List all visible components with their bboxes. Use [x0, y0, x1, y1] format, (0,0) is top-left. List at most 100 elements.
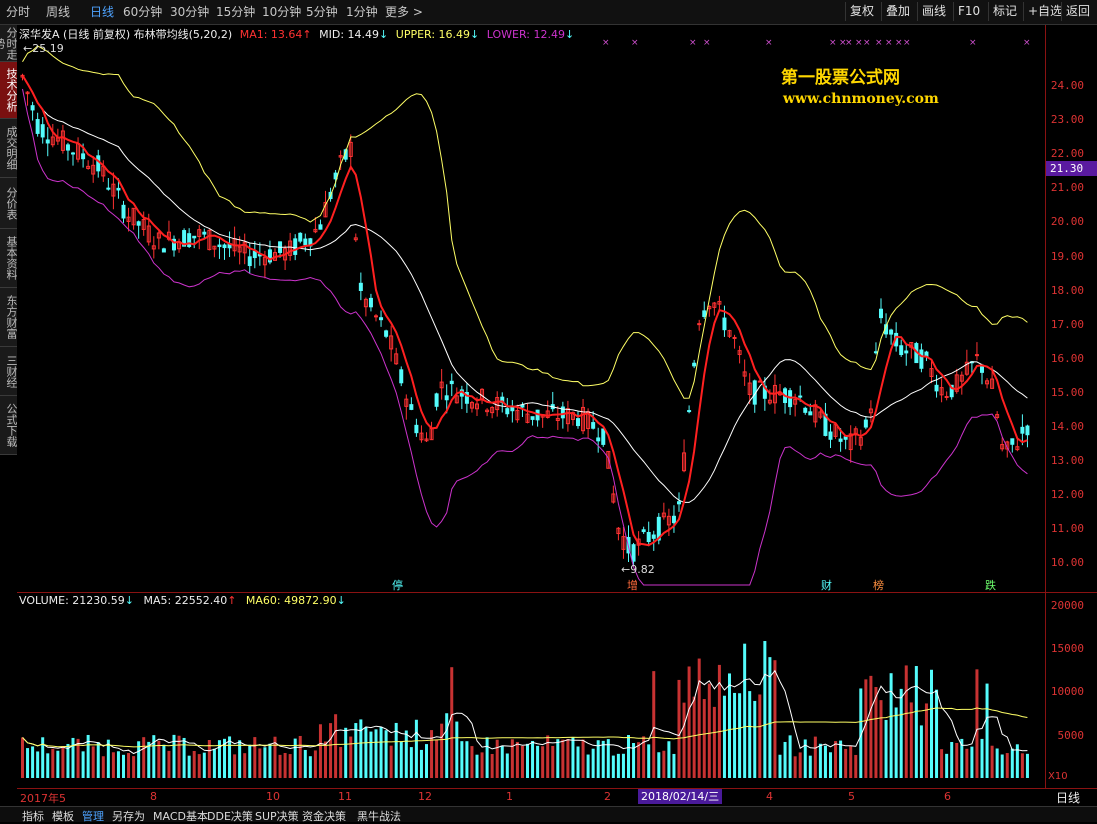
tab-10min[interactable]: 10分钟 — [262, 4, 301, 20]
restore-rights-button[interactable]: 复权 — [845, 2, 878, 21]
tab-5min[interactable]: 5分钟 — [306, 4, 338, 20]
tab-timeshare[interactable]: 分时 — [6, 4, 30, 20]
volume-bar — [783, 741, 787, 778]
candle-body — [45, 139, 50, 144]
candle-body — [379, 317, 384, 321]
candle-body — [671, 515, 676, 524]
btab-indicator[interactable]: 指标 — [22, 808, 44, 824]
tab-30min[interactable]: 30分钟 — [170, 4, 209, 20]
vol-ma5-value: MA5: 22552.40 — [143, 594, 228, 607]
volume-bar — [147, 741, 151, 778]
back-button[interactable]: 返回 — [1061, 2, 1094, 21]
volume-bar — [435, 739, 439, 778]
side-tab-technical[interactable]: 技术分析 — [0, 62, 17, 119]
candle-body — [81, 153, 86, 160]
candle-body — [444, 395, 449, 401]
volume-bar — [364, 727, 368, 778]
side-tab-timeshare[interactable]: 分时走势 — [0, 25, 17, 62]
btab-sup[interactable]: SUP决策 — [255, 808, 299, 824]
volume-bar — [485, 737, 489, 778]
volume-bar — [101, 756, 105, 778]
volume-bar — [283, 752, 287, 778]
candle-body — [863, 419, 868, 428]
candle-body — [697, 323, 702, 326]
candle-body — [687, 410, 692, 413]
side-tab-eastmoney[interactable]: 东方财富 — [0, 288, 17, 347]
side-tab-formula-download[interactable]: 公式下载 — [0, 396, 17, 455]
candle-body — [217, 244, 222, 248]
signal-marker-icon: × — [875, 38, 883, 48]
btab-macd[interactable]: MACD基本 — [153, 808, 208, 824]
price-chart[interactable]: × × × × × × × × × × × × × × × × 深华发A (日线 前复权) 布林带均线(5,2… — [17, 25, 1045, 592]
candle-body — [646, 532, 651, 543]
event-marker-rank[interactable]: 榜 — [873, 577, 884, 593]
draw-line-button[interactable]: 画线 — [917, 2, 950, 21]
tab-more[interactable]: 更多 > — [385, 4, 423, 20]
volume-bar — [707, 683, 711, 778]
tab-15min[interactable]: 15分钟 — [216, 4, 255, 20]
volume-bar — [21, 737, 24, 778]
side-tab-finance[interactable]: 三财经 — [0, 347, 17, 396]
event-marker-issue[interactable]: 增 — [627, 577, 638, 593]
price-legend: 深华发A (日线 前复权) 布林带均线(5,20,2) MA1: 13.64↑ … — [19, 26, 574, 42]
volume-bar — [672, 753, 676, 778]
volume-bar — [500, 745, 504, 778]
volume-bar — [763, 641, 767, 778]
tab-1min[interactable]: 1分钟 — [346, 4, 378, 20]
btab-template[interactable]: 模板 — [52, 808, 74, 824]
candle-body — [136, 221, 141, 226]
candle-body — [303, 238, 308, 246]
volume-bar — [940, 749, 944, 778]
btab-manage[interactable]: 管理 — [82, 808, 104, 824]
candle-body — [808, 411, 813, 416]
volume-bar — [308, 756, 312, 778]
volume-bar — [288, 754, 292, 778]
btab-capital[interactable]: 资金决策 — [302, 808, 346, 824]
tab-daily[interactable]: 日线 — [90, 4, 114, 20]
volume-chart-canvas[interactable] — [17, 593, 1045, 788]
volume-bar — [909, 702, 913, 778]
period-indicator[interactable]: 日线 — [1056, 789, 1080, 806]
price-tick-label: 19.00 — [1050, 249, 1084, 263]
f10-button[interactable]: F10 — [953, 2, 984, 21]
volume-bar — [935, 689, 939, 778]
mark-button[interactable]: 标记 — [988, 2, 1021, 21]
volume-bar — [662, 750, 666, 778]
volume-bar — [611, 755, 615, 778]
volume-bar — [142, 737, 146, 778]
volume-tick-label: 10000 — [1050, 685, 1084, 699]
btab-dde[interactable]: DDE决策 — [207, 808, 253, 824]
volume-bar — [965, 748, 969, 778]
side-tab-fundamentals[interactable]: 基本资料 — [0, 229, 17, 288]
down-arrow-icon: ↓ — [565, 28, 575, 41]
price-chart-canvas[interactable]: × × × × × × ×× × × × × × × × × — [17, 25, 1045, 592]
volume-bar — [475, 754, 479, 778]
candle-body — [919, 349, 924, 369]
volume-bar — [758, 694, 762, 778]
volume-bar — [924, 703, 928, 778]
volume-chart[interactable]: VOLUME: 21230.59↓ MA5: 22552.40↑ MA60: 4… — [17, 593, 1045, 788]
event-marker-drop[interactable]: 跌 — [985, 577, 996, 593]
volume-bar — [753, 700, 757, 778]
btab-save-as[interactable]: 另存为 — [112, 808, 145, 824]
volume-bar — [813, 736, 817, 778]
candle-body — [641, 529, 646, 533]
event-marker-finance[interactable]: 财 — [821, 577, 832, 593]
side-tab-price-table[interactable]: 分价表 — [0, 178, 17, 229]
vol-ma60-value: MA60: 49872.90 — [245, 594, 337, 607]
volume-bar — [187, 755, 191, 778]
tab-60min[interactable]: 60分钟 — [123, 4, 162, 20]
volume-bar — [834, 741, 838, 778]
volume-bar — [950, 741, 954, 778]
volume-bar — [561, 739, 565, 778]
volume-bar — [647, 744, 651, 778]
tab-weekly[interactable]: 周线 — [46, 4, 70, 20]
event-marker-suspend[interactable]: 停 — [392, 577, 403, 593]
volume-bar — [430, 730, 434, 778]
overlay-button[interactable]: 叠加 — [881, 2, 914, 21]
add-favorite-button[interactable]: +自选 — [1023, 2, 1066, 21]
side-tab-trades[interactable]: 成交明细 — [0, 119, 17, 178]
volume-bar — [505, 753, 509, 778]
signal-marker-icon: × — [765, 38, 773, 48]
btab-black-bull[interactable]: 黑牛战法 — [357, 808, 401, 824]
